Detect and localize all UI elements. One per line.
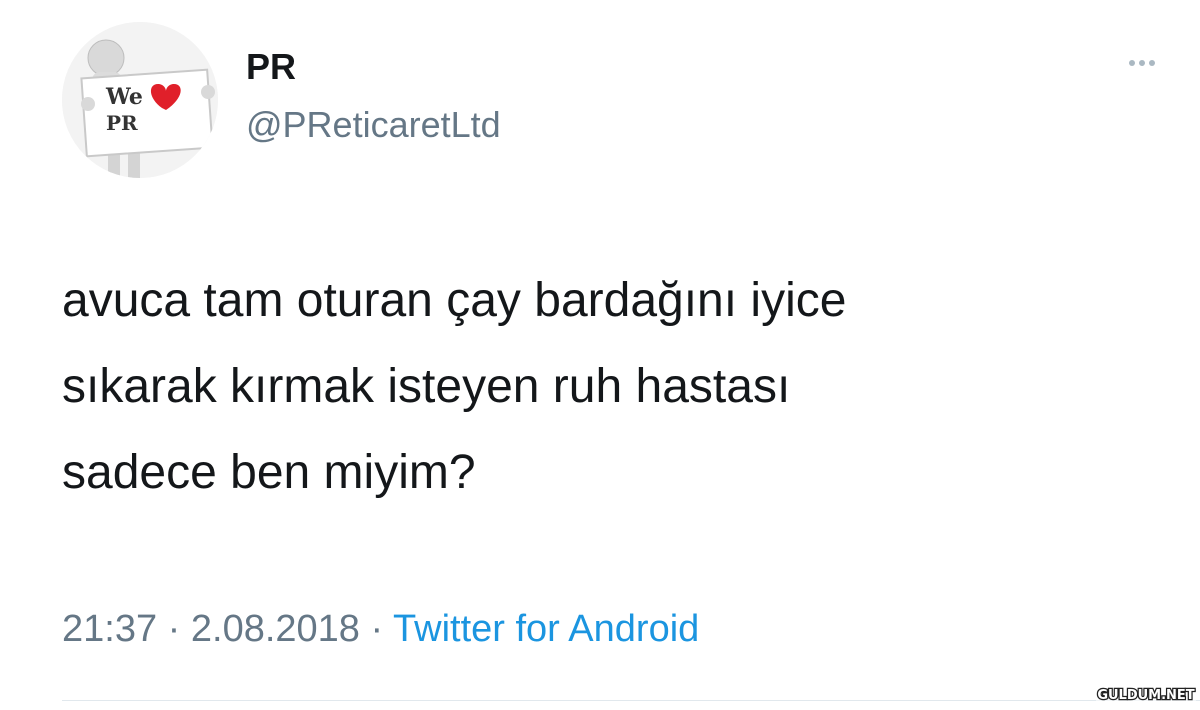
avatar[interactable]: We PR bbox=[62, 22, 218, 178]
avatar-image: We PR bbox=[62, 22, 218, 178]
tweet-text-line: sadece ben miyim? bbox=[62, 446, 476, 499]
meta-separator: · bbox=[370, 608, 384, 650]
tweet-metadata: 21:37 · 2.08.2018 · Twitter for Android bbox=[62, 604, 699, 654]
tweet-time[interactable]: 21:37 bbox=[62, 608, 157, 650]
tweet-text-line: avuca tam oturan çay bardağını iyice bbox=[62, 274, 847, 327]
user-handle: @PReticaretLtd bbox=[246, 104, 501, 145]
watermark-text: GULDUM.NET bbox=[1097, 688, 1194, 703]
tweet-text-line: sıkarak kırmak isteyen ruh hastası bbox=[62, 360, 791, 413]
more-horizontal-icon[interactable] bbox=[1112, 48, 1172, 78]
meta-separator: · bbox=[167, 608, 181, 650]
avatar-text-we: We bbox=[105, 84, 143, 110]
tweet-card: We PR PR @PReticaretLtd avuca tam oturan… bbox=[0, 0, 1200, 707]
tweet-source-link[interactable]: Twitter for Android bbox=[393, 608, 699, 650]
tweet-text: avuca tam oturan çay bardağını iyice sık… bbox=[62, 258, 1162, 516]
tweet-date[interactable]: 2.08.2018 bbox=[191, 608, 360, 650]
watermark-logo: GULDUM.NET bbox=[1096, 683, 1196, 705]
divider bbox=[62, 700, 1200, 701]
user-display-name[interactable]: PR bbox=[246, 46, 296, 88]
avatar-text-pr: PR bbox=[106, 111, 138, 135]
